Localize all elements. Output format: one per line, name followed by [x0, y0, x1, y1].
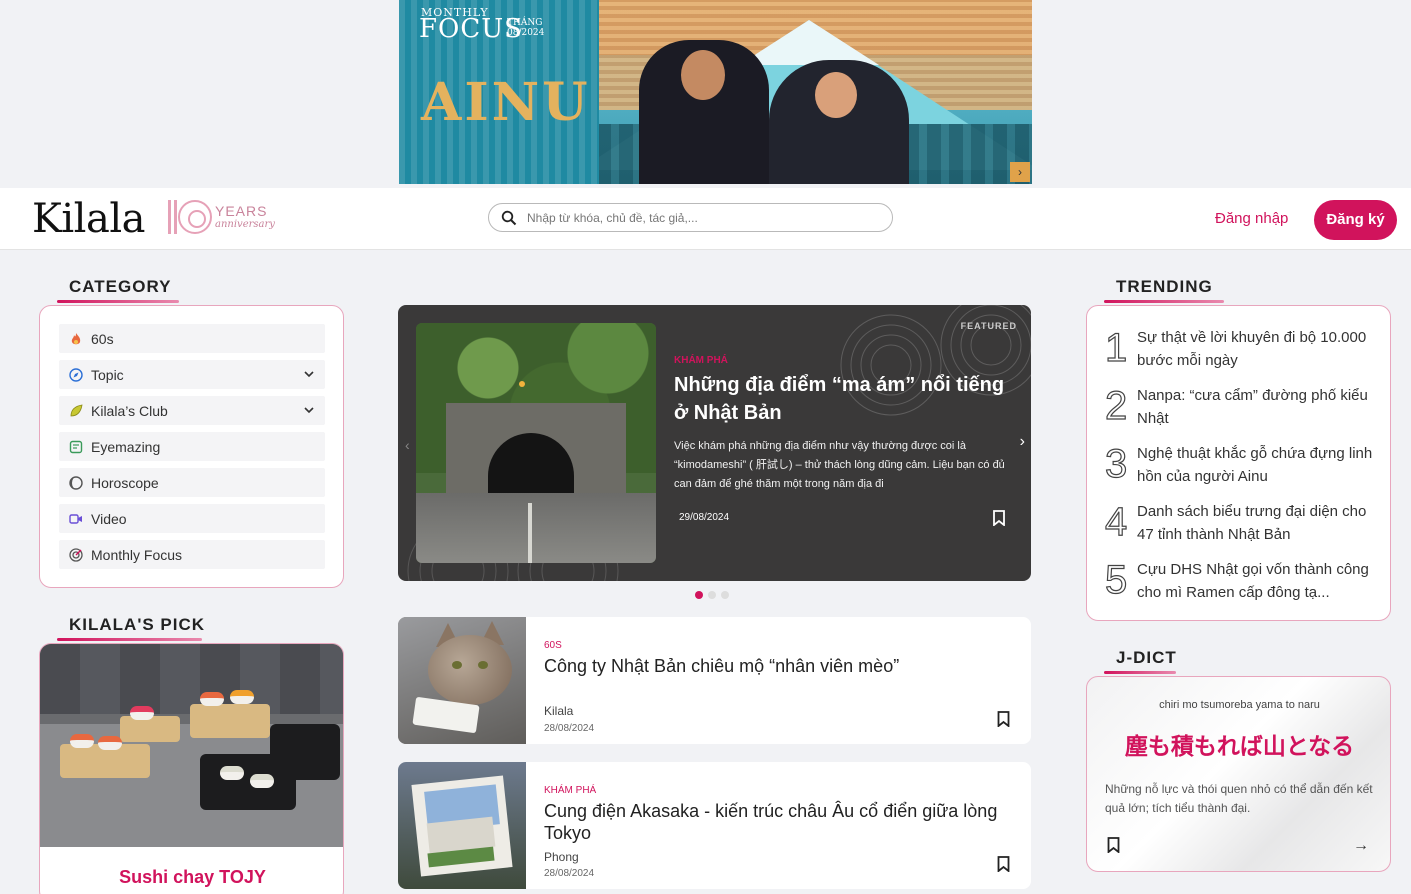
jdict-meaning: Những nỗ lực và thói quen nhỏ có thể dẫn… — [1105, 782, 1373, 815]
pick-image — [40, 644, 343, 847]
banner-date: THÁNG 08/2024 — [507, 18, 545, 38]
article-card[interactable]: 60S Công ty Nhật Bản chiêu mộ “nhân viên… — [398, 617, 1031, 744]
jdict-romaji: chiri mo tsumoreba yama to naru — [1159, 699, 1320, 711]
trending-rank: 3 — [1104, 441, 1128, 486]
slider-dot[interactable] — [721, 591, 729, 599]
slider-dot[interactable] — [708, 591, 716, 599]
moon-icon — [69, 476, 83, 490]
signup-button[interactable]: Đăng ký — [1314, 200, 1397, 240]
jdict-card[interactable]: chiri mo tsumoreba yama to naru 塵も積もれば山と… — [1086, 676, 1391, 872]
article-author: Kilala — [544, 704, 574, 718]
trending-title[interactable]: Nghệ thuật khắc gỗ chứa đựng linh hồn củ… — [1137, 442, 1377, 488]
article-category[interactable]: KHÁM PHÁ — [544, 785, 596, 796]
article-title[interactable]: Cung điện Akasaka - kiến trúc châu Âu cổ… — [544, 800, 1014, 844]
featured-slider[interactable]: FEATURED KHÁM PHÁ Những địa điểm “ma ám”… — [398, 305, 1031, 581]
trending-item[interactable]: 3 Nghệ thuật khắc gỗ chứa đựng linh hồn … — [1104, 441, 1377, 492]
chevron-left-icon[interactable]: ‹ — [405, 437, 410, 453]
chevron-right-icon[interactable]: › — [1020, 433, 1025, 451]
login-link[interactable]: Đăng nhập — [1215, 210, 1288, 227]
featured-date: 29/08/2024 — [679, 512, 730, 523]
trending-title[interactable]: Danh sách biểu trưng đại diện cho 47 tỉn… — [1137, 500, 1377, 546]
promo-banner[interactable]: MONTHLY FOCUS THÁNG 08/2024 AINU › — [399, 0, 1032, 184]
pick-title[interactable]: Sushi chay TOJY — [40, 867, 343, 888]
banner-person-left — [639, 40, 769, 184]
featured-title[interactable]: Những địa điểm “ma ám” nổi tiếng ở Nhật … — [674, 371, 1014, 427]
category-item-horoscope[interactable]: Horoscope — [59, 468, 325, 497]
slider-dot[interactable] — [695, 591, 703, 599]
article-date: 28/08/2024 — [544, 723, 595, 734]
search-icon — [501, 210, 517, 226]
search-bar[interactable] — [488, 203, 893, 232]
kilalas-pick-heading: KILALA'S PICK — [57, 615, 205, 641]
category-item-topic[interactable]: Topic — [59, 360, 325, 389]
anniversary-badge: YEARS anniversary — [168, 200, 278, 236]
compass-icon — [69, 368, 83, 382]
featured-tag: FEATURED — [960, 321, 1017, 331]
category-heading: CATEGORY — [57, 277, 179, 303]
category-item-video[interactable]: Video — [59, 504, 325, 533]
video-icon — [69, 514, 82, 524]
fire-icon — [71, 333, 81, 345]
category-item-60s[interactable]: 60s — [59, 324, 325, 353]
category-item-eyemazing[interactable]: Eyemazing — [59, 432, 325, 461]
site-header: Kilala YEARS anniversary Đăng nhập Đăng … — [0, 188, 1411, 250]
jdict-phrase: 塵も積もれば山となる — [1124, 734, 1355, 760]
banner-mountain-snow — [739, 20, 879, 65]
banner-person-right — [769, 60, 909, 184]
arrow-right-icon[interactable]: → — [1353, 837, 1369, 855]
trending-heading: TRENDING — [1104, 277, 1224, 303]
jdict-heading: J-DICT — [1104, 648, 1177, 674]
category-panel: 60s Topic Kilala’s Club Eyemazing Horosc… — [39, 305, 344, 588]
article-thumbnail[interactable] — [398, 762, 526, 889]
trending-panel: 1 Sự thật về lời khuyên đi bộ 10.000 bướ… — [1086, 305, 1391, 621]
category-item-monthly-focus[interactable]: Monthly Focus — [59, 540, 325, 569]
trending-rank: 2 — [1104, 383, 1128, 428]
chevron-right-icon[interactable]: › — [1010, 162, 1030, 182]
note-icon — [69, 440, 83, 454]
article-author: Phong — [544, 850, 579, 864]
site-logo[interactable]: Kilala — [32, 196, 145, 242]
bookmark-icon[interactable] — [997, 856, 1010, 872]
chevron-down-icon[interactable] — [303, 404, 315, 416]
trending-title[interactable]: Sự thật về lời khuyên đi bộ 10.000 bước … — [1137, 326, 1377, 372]
category-item-kilalas-club[interactable]: Kilala’s Club — [59, 396, 325, 425]
bookmark-icon[interactable] — [1107, 837, 1120, 853]
article-title[interactable]: Công ty Nhật Bản chiêu mộ “nhân viên mèo… — [544, 655, 1014, 677]
trending-title[interactable]: Nanpa: “cưa cẩm” đường phố kiểu Nhật — [1137, 384, 1377, 430]
featured-description: Việc khám phá những địa điểm như vậy thư… — [674, 440, 1005, 490]
trending-rank: 1 — [1104, 325, 1128, 370]
flower-icon — [178, 200, 212, 234]
featured-image[interactable] — [416, 323, 656, 563]
trending-item[interactable]: 4 Danh sách biểu trưng đại diện cho 47 t… — [1104, 499, 1377, 550]
trending-item[interactable]: 5 Cựu DHS Nhật gọi vốn thành công cho mì… — [1104, 557, 1377, 608]
article-date: 28/08/2024 — [544, 868, 595, 879]
bookmark-icon[interactable] — [992, 510, 1006, 526]
leaf-icon — [70, 404, 83, 417]
trending-title[interactable]: Cựu DHS Nhật gọi vốn thành công cho mì R… — [1137, 558, 1377, 604]
kilalas-pick-card[interactable]: Sushi chay TOJY — [39, 643, 344, 894]
slider-dots — [695, 586, 734, 604]
bookmark-icon[interactable] — [997, 711, 1010, 727]
trending-rank: 5 — [1104, 557, 1128, 602]
banner-title: AINU — [421, 72, 591, 133]
article-category[interactable]: 60S — [544, 640, 562, 651]
chevron-down-icon[interactable] — [303, 368, 315, 380]
search-input[interactable] — [527, 208, 877, 228]
article-card[interactable]: KHÁM PHÁ Cung điện Akasaka - kiến trúc c… — [398, 762, 1031, 889]
target-icon — [69, 548, 83, 562]
article-thumbnail[interactable] — [398, 617, 526, 744]
trending-item[interactable]: 1 Sự thật về lời khuyên đi bộ 10.000 bướ… — [1104, 325, 1377, 376]
trending-item[interactable]: 2 Nanpa: “cưa cẩm” đường phố kiểu Nhật — [1104, 383, 1377, 434]
featured-category[interactable]: KHÁM PHÁ — [674, 355, 728, 366]
trending-rank: 4 — [1104, 499, 1128, 544]
